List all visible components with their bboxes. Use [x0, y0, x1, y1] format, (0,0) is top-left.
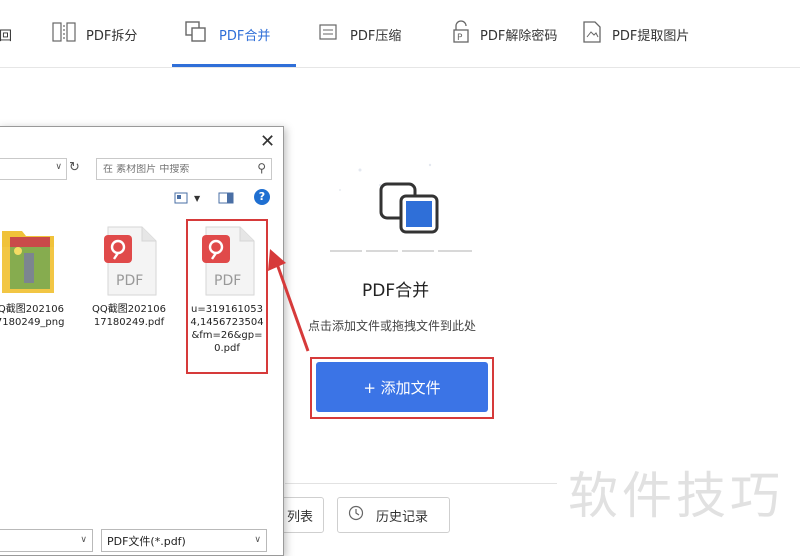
file-list-label: 文件列表 [287, 509, 313, 525]
pdf-file-icon: PDF [104, 226, 157, 296]
file-type-select[interactable]: PDF文件(*.pdf) ∨ [101, 529, 267, 552]
chevron-down-icon: ∨ [254, 535, 261, 545]
view-options: ▼ [174, 189, 234, 208]
add-file-button[interactable]: + 添加文件 [316, 362, 488, 412]
bottom-divider [285, 483, 557, 484]
view-mode-icon[interactable] [174, 189, 188, 208]
merge-icon [185, 21, 209, 47]
path-dropdown[interactable]: ∨ [0, 158, 67, 180]
search-input[interactable] [103, 163, 233, 175]
help-icon[interactable]: ? [254, 189, 270, 205]
search-icon: ⚲ [257, 161, 266, 175]
tool-back[interactable]: 返回 [0, 0, 12, 68]
file-name-input[interactable]: ∨ [0, 529, 93, 552]
tool-pdf-extract-image[interactable]: PDF提取图片 [582, 0, 689, 68]
preview-pane-icon[interactable] [218, 189, 234, 208]
file-item[interactable]: QQ截图20210617180249_png [0, 223, 69, 329]
tool-pdf-extract-image-label: PDF提取图片 [612, 28, 690, 44]
file-name: QQ截图20210617180249.pdf [92, 304, 166, 328]
tool-pdf-merge-label: PDF合并 [219, 28, 271, 44]
file-name: QQ截图20210617180249_png [0, 304, 65, 328]
watermark-text: 软件技巧 [568, 467, 784, 525]
search-field[interactable]: ⚲ [96, 158, 272, 180]
refresh-icon[interactable]: ↻ [69, 160, 80, 175]
tool-pdf-unlock-label: PDF解除密码 [480, 28, 558, 44]
tool-pdf-split-label: PDF拆分 [86, 28, 138, 44]
history-label: 历史记录 [376, 509, 429, 525]
divider-dash [402, 250, 434, 252]
split-icon [52, 21, 76, 47]
active-tab-indicator [172, 64, 296, 67]
tool-back-label: 返回 [0, 28, 13, 44]
merge-title: PDF合并 [362, 281, 430, 301]
tool-pdf-unlock[interactable]: P PDF解除密码 [452, 0, 557, 68]
divider-dash [330, 250, 362, 252]
merge-illustration-icon [379, 182, 439, 234]
tool-pdf-merge[interactable]: PDF合并 [185, 0, 270, 68]
chevron-down-icon: ∨ [55, 162, 62, 172]
chevron-down-icon: ∨ [80, 535, 87, 545]
annotation-arrow [268, 249, 310, 352]
file-item[interactable]: PDF QQ截图20210617180249.pdf [87, 223, 171, 329]
extract-image-icon [582, 20, 602, 48]
merge-hint: 点击添加文件或拖拽文件到此处 [308, 319, 477, 333]
svg-text:P: P [457, 33, 463, 43]
chevron-down-icon[interactable]: ▼ [194, 194, 200, 203]
close-icon[interactable]: ✕ [260, 131, 275, 152]
tool-pdf-compress-label: PDF压缩 [350, 28, 402, 44]
highlight-box-selected-file [186, 219, 268, 374]
open-file-dialog: ✕ ∨ ↻ ⚲ ▼ ? QQ截图20210617180249_png [0, 126, 284, 556]
image-folder-icon [2, 231, 54, 293]
compress-icon [318, 22, 340, 46]
tool-pdf-compress[interactable]: PDF压缩 [318, 0, 401, 68]
clock-icon [348, 505, 364, 525]
top-toolbar: 返回 PDF拆分 PDF合并 PDF压缩 P PDF解除密码 PDF提取图片 [0, 0, 800, 68]
file-type-value: PDF文件(*.pdf) [107, 534, 186, 548]
history-button[interactable]: 历史记录 [337, 497, 450, 533]
divider-dash [366, 250, 398, 252]
unlock-icon: P [452, 20, 470, 48]
divider-dash [438, 250, 472, 252]
tool-pdf-split[interactable]: PDF拆分 [52, 0, 137, 68]
svg-text:PDF: PDF [116, 273, 143, 289]
